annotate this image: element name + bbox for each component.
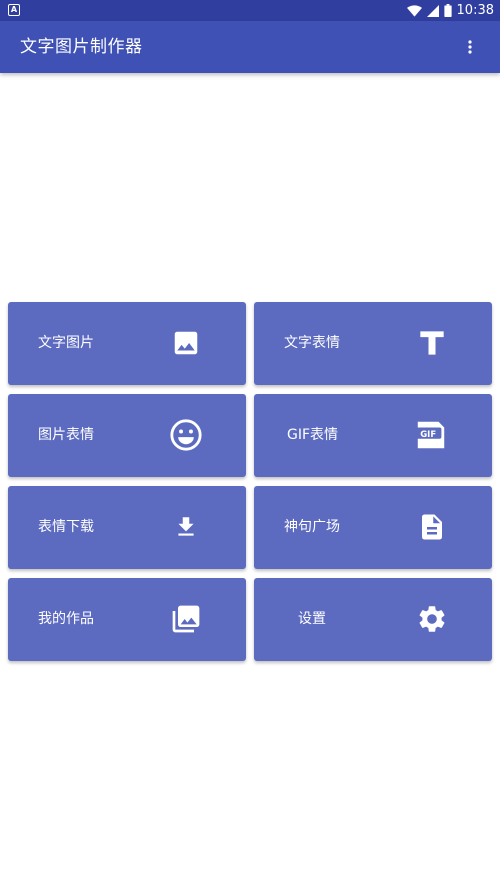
tile-label: 文字图片	[38, 335, 94, 351]
gif-icon-text: GIF	[420, 430, 436, 440]
tile-label: 神句广场	[284, 519, 340, 535]
text-t-icon	[415, 326, 449, 360]
smiley-icon	[169, 418, 203, 452]
tile-settings[interactable]: 设置	[254, 578, 492, 661]
status-time: 10:38	[456, 3, 494, 18]
download-icon	[169, 510, 203, 544]
android-notification-icon: A	[8, 4, 20, 16]
tile-text-emoji[interactable]: 文字表情	[254, 302, 492, 385]
tile-gif-emoji[interactable]: GIF表情 GIF	[254, 394, 492, 477]
tile-label: 设置	[298, 611, 326, 627]
tile-quote-square[interactable]: 神句广场	[254, 486, 492, 569]
tile-label: 我的作品	[38, 611, 94, 627]
tile-my-works[interactable]: 我的作品	[8, 578, 246, 661]
app-title: 文字图片制作器	[20, 37, 143, 57]
battery-icon	[443, 4, 452, 17]
status-bar: A 10:38	[0, 0, 500, 21]
tile-emoji-download[interactable]: 表情下载	[8, 486, 246, 569]
wifi-icon	[406, 4, 422, 17]
cell-signal-icon	[426, 4, 439, 17]
settings-gear-icon	[415, 602, 449, 636]
tile-label: GIF表情	[287, 427, 339, 443]
more-vert-icon	[468, 40, 472, 54]
tile-image-emoji[interactable]: 图片表情	[8, 394, 246, 477]
document-icon	[415, 510, 449, 544]
photo-library-icon	[169, 602, 203, 636]
status-icons: 10:38	[406, 0, 494, 21]
tile-label: 图片表情	[38, 427, 94, 443]
tile-label: 表情下载	[38, 519, 94, 535]
tile-text-image[interactable]: 文字图片	[8, 302, 246, 385]
overflow-menu-button[interactable]	[460, 37, 480, 57]
app-bar: 文字图片制作器	[0, 21, 500, 73]
image-icon	[169, 326, 203, 360]
tile-label: 文字表情	[284, 335, 340, 351]
gif-icon: GIF	[414, 418, 448, 452]
